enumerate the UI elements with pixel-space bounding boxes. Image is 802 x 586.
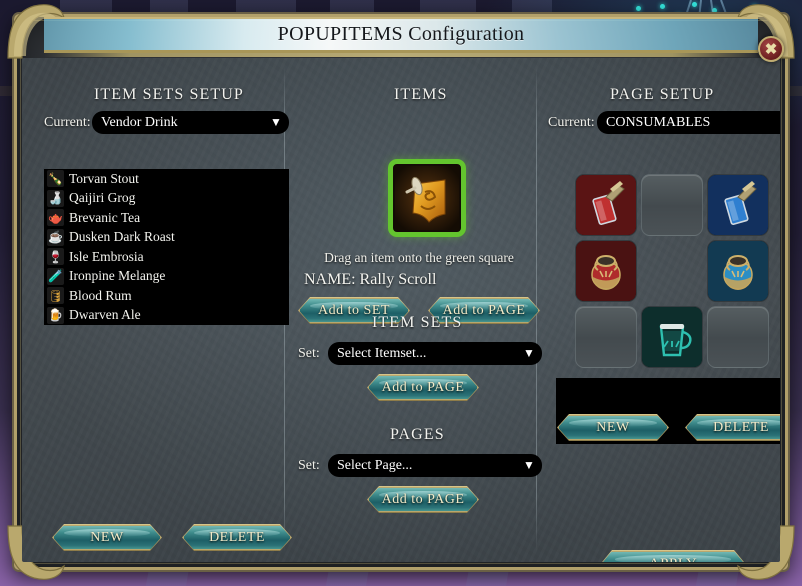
window-title-bar: POPUPITEMS Configuration [44,17,758,57]
page-setup-current-dropdown[interactable]: CONSUMABLES ▼ [597,111,780,134]
page-slot-hidden [641,240,703,302]
page-setup-current-label: Current: [548,115,595,130]
left-new-button-wrap: NEW [52,524,162,551]
barrel-keg-icon: 🛢 [47,287,64,305]
heading-pages: PAGES [390,426,445,443]
wine-bottle-icon: 🍷 [47,248,64,266]
item-sets-select-value: Select Itemset... [337,345,427,361]
page-delete-button-wrap: DELETE [685,414,780,441]
apply-button-wrap: APPLY [600,550,746,562]
page-setup-current-value: CONSUMABLES [606,114,711,130]
apply-button[interactable]: APPLY [601,551,745,562]
list-item-label: Blood Rum [69,287,132,303]
heading-item-sets-setup: ITEM SETS SETUP [94,86,244,103]
item-drop-square[interactable] [388,159,466,237]
page-delete-button-label: DELETE [713,419,769,435]
list-item-label: Ironpine Melange [69,268,166,284]
gourd-bottle-icon: 🫖 [47,209,64,227]
pages-add-to-page-button-label: Add to PAGE [381,491,465,507]
pages-select-value: Select Page... [337,457,413,473]
pages-select-dropdown[interactable]: Select Page... ▼ [328,454,542,477]
item-sets-current-label: Current: [44,115,91,130]
list-item[interactable]: 🍷 Isle Embrosia [44,247,289,267]
itemsets-add-to-page-button-label: Add to PAGE [381,379,465,395]
pages-add-to-page-button-wrap: Add to PAGE [367,486,479,513]
scroll-item-icon [395,166,459,230]
page-slot-empty[interactable] [707,306,769,368]
coffee-cup-icon: ☕ [47,228,64,246]
list-item[interactable]: 🧪 Ironpine Melange [44,267,289,287]
list-item-label: Brevanic Tea [69,209,141,225]
list-item[interactable]: 🍶 Qaijiri Grog [44,189,289,209]
page-slot-empty[interactable] [575,306,637,368]
itemsets-add-to-page-button-wrap: Add to PAGE [367,374,479,401]
page-slot-filled[interactable] [707,240,769,302]
configuration-window: POPUPITEMS Configuration ✖ ITEM SETS SET… [7,4,795,580]
left-new-button[interactable]: NEW [53,525,161,550]
chevron-down-icon: ▼ [270,115,282,129]
flagon-icon: 🍶 [47,189,64,207]
list-item-label: Dusken Dark Roast [69,229,175,245]
chevron-down-icon: ▼ [523,458,535,472]
left-delete-button-label: DELETE [209,529,265,545]
item-sets-select-dropdown[interactable]: Select Itemset... ▼ [328,342,542,365]
page-new-button[interactable]: NEW [558,415,668,440]
item-list[interactable]: 🍾 Torvan Stout 🍶 Qaijiri Grog 🫖 Brevanic Tea ☕… [44,169,289,325]
close-icon[interactable]: ✖ [758,36,784,62]
window-content: ITEM SETS SETUP Current: Vendor Drink ▼ … [22,58,780,562]
itemsets-add-to-page-button[interactable]: Add to PAGE [368,375,478,400]
pages-set-label: Set: [298,458,320,473]
list-item-label: Dwarven Ale [69,307,141,323]
page-delete-button[interactable]: DELETE [686,415,780,440]
list-item-label: Torvan Stout [69,170,139,186]
list-item[interactable]: 🫖 Brevanic Tea [44,208,289,228]
list-item[interactable]: 🍾 Torvan Stout [44,169,289,189]
pages-add-to-page-button[interactable]: Add to PAGE [368,487,478,512]
heading-items: ITEMS [394,86,448,103]
page-slot-filled[interactable] [575,240,637,302]
page-slot-filled[interactable] [707,174,769,236]
left-new-button-label: NEW [90,529,124,545]
drag-hint-text: Drag an item onto the green square [324,250,514,265]
apply-button-label: APPLY [649,556,698,562]
page-slot-grid [575,174,775,372]
green-flask-icon: 🧪 [47,267,64,285]
page-slot-empty[interactable] [641,174,703,236]
item-sets-set-label: Set: [298,346,320,361]
page-slot-filled[interactable] [641,306,703,368]
list-item[interactable]: 🛢 Blood Rum [44,286,289,306]
heading-item-sets: ITEM SETS [372,314,463,331]
list-item[interactable]: ☕ Dusken Dark Roast [44,228,289,248]
item-name-line: NAME: Rally Scroll [304,271,437,288]
list-item-label: Isle Embrosia [69,248,144,264]
page-new-button-label: NEW [596,419,630,435]
left-delete-button-wrap: DELETE [182,524,292,551]
item-sets-current-value: Vendor Drink [101,114,178,130]
heading-page-setup: PAGE SETUP [610,86,715,103]
chevron-down-icon: ▼ [523,346,535,360]
list-item-label: Qaijiri Grog [69,190,136,206]
beer-mug-icon: 🍺 [47,306,64,324]
lantern-flask-icon: 🍾 [47,170,64,188]
item-sets-current-dropdown[interactable]: Vendor Drink ▼ [92,111,289,134]
page-new-button-wrap: NEW [557,414,669,441]
left-delete-button[interactable]: DELETE [183,525,291,550]
page-title: POPUPITEMS Configuration [277,23,525,45]
list-item[interactable]: 🍺 Dwarven Ale [44,306,289,326]
chevron-down-icon: ▼ [774,115,780,130]
page-slot-filled[interactable] [575,174,637,236]
